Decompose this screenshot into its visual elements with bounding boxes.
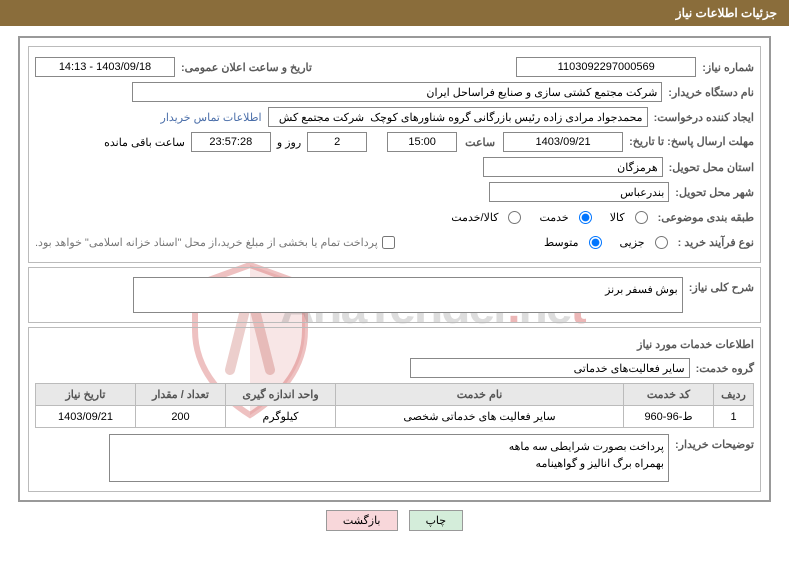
cell-name: سایر فعالیت های خدماتی شخصی	[336, 406, 624, 428]
summary-textarea[interactable]	[133, 277, 683, 313]
button-bar: چاپ بازگشت	[0, 510, 789, 531]
th-code: کد خدمت	[624, 384, 714, 406]
need-no-label: شماره نیاز:	[702, 61, 754, 74]
province-label: استان محل تحویل:	[669, 161, 754, 174]
cell-date: 1403/09/21	[36, 406, 136, 428]
cell-qty: 200	[136, 406, 226, 428]
services-table: ردیف کد خدمت نام خدمت واحد اندازه گیری ت…	[35, 383, 754, 428]
row-need-no: شماره نیاز: تاریخ و ساعت اعلان عمومی:	[35, 56, 754, 78]
row-city: شهر محل تحویل:	[35, 181, 754, 203]
deadline-label: مهلت ارسال پاسخ: تا تاریخ:	[629, 135, 754, 149]
row-summary: شرح کلی نیاز:	[35, 277, 754, 313]
radio-kala[interactable]	[635, 211, 648, 224]
table-row: 1 ط-96-960 سایر فعالیت های خدماتی شخصی ک…	[36, 406, 754, 428]
buyer-note-label: توضیحات خریدار:	[675, 438, 754, 451]
row-creator: ایجاد کننده درخواست: اطلاعات تماس خریدار	[35, 106, 754, 128]
th-unit: واحد اندازه گیری	[226, 384, 336, 406]
buyer-field[interactable]	[132, 82, 662, 102]
radio-partial[interactable]	[655, 236, 668, 249]
process-label: نوع فرآیند خرید :	[678, 236, 754, 249]
announce-field[interactable]	[35, 57, 175, 77]
row-category: طبقه بندی موضوعی: کالا خدمت کالا/خدمت	[35, 206, 754, 228]
print-button[interactable]: چاپ	[409, 510, 464, 531]
th-qty: تعداد / مقدار	[136, 384, 226, 406]
radio-both[interactable]	[508, 211, 521, 224]
province-field[interactable]	[483, 157, 663, 177]
need-no-field[interactable]	[516, 57, 696, 77]
deadline-date-field[interactable]	[503, 132, 623, 152]
section-summary: شرح کلی نیاز:	[28, 267, 761, 323]
city-field[interactable]	[489, 182, 669, 202]
form-container: شماره نیاز: تاریخ و ساعت اعلان عمومی: نا…	[18, 36, 771, 502]
creator-label: ایجاد کننده درخواست:	[654, 111, 754, 124]
countdown-field[interactable]	[191, 132, 271, 152]
row-buyer: نام دستگاه خریدار:	[35, 81, 754, 103]
cell-unit: کیلوگرم	[226, 406, 336, 428]
days-field[interactable]	[307, 132, 367, 152]
contact-link[interactable]: اطلاعات تماس خریدار	[161, 111, 262, 124]
th-date: تاریخ نیاز	[36, 384, 136, 406]
cell-code: ط-96-960	[624, 406, 714, 428]
deadline-time-field[interactable]	[387, 132, 457, 152]
row-group: گروه خدمت:	[35, 357, 754, 379]
radio-both-label: کالا/خدمت	[451, 211, 498, 224]
radio-khadamat-label: خدمت	[539, 211, 568, 224]
radio-partial-label: جزیی	[620, 236, 645, 249]
table-header-row: ردیف کد خدمت نام خدمت واحد اندازه گیری ت…	[36, 384, 754, 406]
radio-kala-label: کالا	[610, 211, 625, 224]
days-and-label: روز و	[277, 136, 301, 149]
row-process: نوع فرآیند خرید : جزیی متوسط پرداخت تمام…	[35, 231, 754, 253]
buyer-note-textarea[interactable]	[109, 434, 669, 482]
page-title: جزئیات اطلاعات نیاز	[676, 6, 777, 20]
row-buyer-note: توضیحات خریدار:	[35, 434, 754, 482]
cell-row: 1	[714, 406, 754, 428]
category-label: طبقه بندی موضوعی:	[658, 211, 754, 224]
creator-field[interactable]	[268, 107, 648, 127]
section-general: شماره نیاز: تاریخ و ساعت اعلان عمومی: نا…	[28, 46, 761, 263]
group-field[interactable]	[410, 358, 690, 378]
treasury-note: پرداخت تمام یا بخشی از مبلغ خرید،از محل …	[35, 236, 378, 249]
radio-medium[interactable]	[589, 236, 602, 249]
announce-label: تاریخ و ساعت اعلان عمومی:	[181, 61, 312, 74]
radio-medium-label: متوسط	[544, 236, 579, 249]
services-heading: اطلاعات خدمات مورد نیاز	[35, 338, 754, 351]
row-province: استان محل تحویل:	[35, 156, 754, 178]
summary-label: شرح کلی نیاز:	[689, 281, 754, 294]
th-row: ردیف	[714, 384, 754, 406]
city-label: شهر محل تحویل:	[675, 186, 754, 199]
remaining-label: ساعت باقی مانده	[104, 136, 185, 149]
row-deadline: مهلت ارسال پاسخ: تا تاریخ: ساعت روز و سا…	[35, 131, 754, 153]
buyer-label: نام دستگاه خریدار:	[668, 86, 754, 99]
radio-khadamat[interactable]	[579, 211, 592, 224]
group-label: گروه خدمت:	[696, 362, 754, 375]
back-button[interactable]: بازگشت	[326, 510, 398, 531]
time-label: ساعت	[465, 136, 495, 149]
section-services: اطلاعات خدمات مورد نیاز گروه خدمت: ردیف …	[28, 327, 761, 492]
page-header: جزئیات اطلاعات نیاز	[0, 0, 789, 26]
treasury-checkbox[interactable]	[382, 236, 395, 249]
th-name: نام خدمت	[336, 384, 624, 406]
